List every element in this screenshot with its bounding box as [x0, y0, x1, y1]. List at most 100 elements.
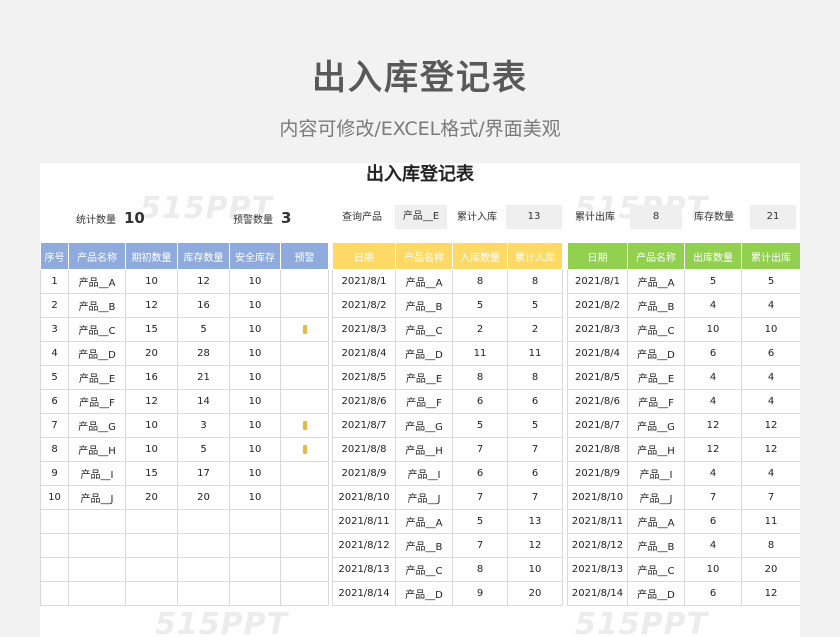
table-cell[interactable]: 10 — [229, 413, 281, 438]
alert-cell[interactable] — [280, 461, 329, 486]
table-cell[interactable]: 13 — [507, 509, 563, 534]
table-cell[interactable] — [40, 581, 69, 606]
table-cell[interactable]: 4 — [684, 461, 742, 486]
table-cell[interactable] — [125, 509, 178, 534]
table-cell[interactable]: 10 — [684, 317, 742, 342]
table-cell[interactable] — [229, 557, 281, 582]
table-cell[interactable]: 8 — [452, 269, 508, 294]
table-cell[interactable]: 4 — [684, 365, 742, 390]
table-cell[interactable]: 10 — [684, 557, 742, 582]
table-cell[interactable]: 2021/8/1 — [567, 269, 628, 294]
table-cell[interactable]: 12 — [507, 533, 563, 558]
table-cell[interactable] — [68, 581, 126, 606]
alert-cell[interactable] — [280, 365, 329, 390]
table-cell[interactable]: 产品__B — [627, 533, 685, 558]
table-cell[interactable]: 6 — [40, 389, 69, 414]
table-cell[interactable]: 7 — [452, 437, 508, 462]
table-cell[interactable]: 产品__C — [395, 317, 453, 342]
table-cell[interactable]: 10 — [229, 341, 281, 366]
table-cell[interactable]: 10 — [229, 389, 281, 414]
alert-cell[interactable] — [280, 485, 329, 510]
table-cell[interactable]: 10 — [229, 269, 281, 294]
table-cell[interactable]: 12 — [125, 389, 178, 414]
alert-cell[interactable] — [280, 413, 329, 438]
table-cell[interactable]: 5 — [40, 365, 69, 390]
table-cell[interactable]: 10 — [229, 317, 281, 342]
table-cell[interactable] — [40, 557, 69, 582]
table-cell[interactable]: 10 — [229, 365, 281, 390]
alert-cell[interactable] — [280, 269, 329, 294]
table-cell[interactable]: 6 — [741, 341, 800, 366]
table-cell[interactable]: 产品__C — [68, 317, 126, 342]
table-cell[interactable]: 产品__F — [627, 389, 685, 414]
table-cell[interactable]: 20 — [125, 485, 178, 510]
table-cell[interactable]: 2021/8/3 — [567, 317, 628, 342]
table-cell[interactable]: 产品__D — [395, 341, 453, 366]
table-cell[interactable]: 产品__C — [627, 317, 685, 342]
table-cell[interactable]: 15 — [125, 317, 178, 342]
table-cell[interactable]: 2 — [40, 293, 69, 318]
table-cell[interactable]: 9 — [40, 461, 69, 486]
table-cell[interactable] — [177, 581, 230, 606]
table-cell[interactable]: 2021/8/1 — [332, 269, 396, 294]
table-cell[interactable]: 10 — [229, 293, 281, 318]
table-cell[interactable]: 2021/8/5 — [332, 365, 396, 390]
table-cell[interactable]: 产品__A — [627, 269, 685, 294]
table-cell[interactable]: 1 — [40, 269, 69, 294]
table-cell[interactable]: 6 — [507, 461, 563, 486]
table-cell[interactable] — [68, 557, 126, 582]
table-cell[interactable]: 7 — [452, 485, 508, 510]
table-cell[interactable]: 8 — [507, 269, 563, 294]
table-cell[interactable]: 产品__B — [627, 293, 685, 318]
table-cell[interactable] — [125, 533, 178, 558]
table-cell[interactable]: 2021/8/8 — [567, 437, 628, 462]
table-cell[interactable]: 4 — [741, 365, 800, 390]
table-cell[interactable]: 4 — [40, 341, 69, 366]
table-cell[interactable]: 12 — [741, 581, 800, 606]
table-cell[interactable]: 4 — [741, 293, 800, 318]
table-cell[interactable]: 10 — [125, 437, 178, 462]
table-cell[interactable]: 28 — [177, 341, 230, 366]
table-cell[interactable]: 产品__C — [627, 557, 685, 582]
table-cell[interactable]: 12 — [684, 437, 742, 462]
table-cell[interactable]: 7 — [40, 413, 69, 438]
table-cell[interactable]: 产品__D — [627, 581, 685, 606]
alert-cell[interactable] — [280, 581, 329, 606]
table-cell[interactable]: 产品__A — [395, 509, 453, 534]
table-cell[interactable] — [40, 533, 69, 558]
table-cell[interactable]: 4 — [684, 533, 742, 558]
table-cell[interactable]: 20 — [177, 485, 230, 510]
table-cell[interactable]: 2 — [452, 317, 508, 342]
table-cell[interactable]: 2021/8/4 — [332, 341, 396, 366]
table-cell[interactable]: 2021/8/8 — [332, 437, 396, 462]
table-cell[interactable]: 产品__E — [395, 365, 453, 390]
table-cell[interactable]: 10 — [229, 485, 281, 510]
table-cell[interactable]: 16 — [177, 293, 230, 318]
table-cell[interactable]: 11 — [507, 341, 563, 366]
table-cell[interactable]: 4 — [741, 461, 800, 486]
table-cell[interactable]: 6 — [684, 509, 742, 534]
table-cell[interactable] — [177, 509, 230, 534]
table-cell[interactable]: 12 — [684, 413, 742, 438]
table-cell[interactable]: 产品__J — [395, 485, 453, 510]
alert-cell[interactable] — [280, 533, 329, 558]
query-product-input[interactable]: 产品__E — [395, 205, 447, 229]
table-cell[interactable]: 2021/8/13 — [567, 557, 628, 582]
table-cell[interactable] — [125, 581, 178, 606]
table-cell[interactable]: 15 — [125, 461, 178, 486]
table-cell[interactable]: 12 — [741, 437, 800, 462]
table-cell[interactable]: 10 — [125, 269, 178, 294]
table-cell[interactable]: 7 — [741, 485, 800, 510]
alert-cell[interactable] — [280, 317, 329, 342]
table-cell[interactable]: 产品__C — [395, 557, 453, 582]
table-cell[interactable]: 8 — [452, 365, 508, 390]
table-cell[interactable]: 2021/8/5 — [567, 365, 628, 390]
table-cell[interactable]: 8 — [40, 437, 69, 462]
table-cell[interactable]: 4 — [684, 389, 742, 414]
table-cell[interactable]: 产品__A — [627, 509, 685, 534]
table-cell[interactable]: 2021/8/12 — [567, 533, 628, 558]
table-cell[interactable]: 产品__D — [395, 581, 453, 606]
table-cell[interactable]: 12 — [741, 413, 800, 438]
table-cell[interactable]: 4 — [684, 293, 742, 318]
table-cell[interactable]: 16 — [125, 365, 178, 390]
